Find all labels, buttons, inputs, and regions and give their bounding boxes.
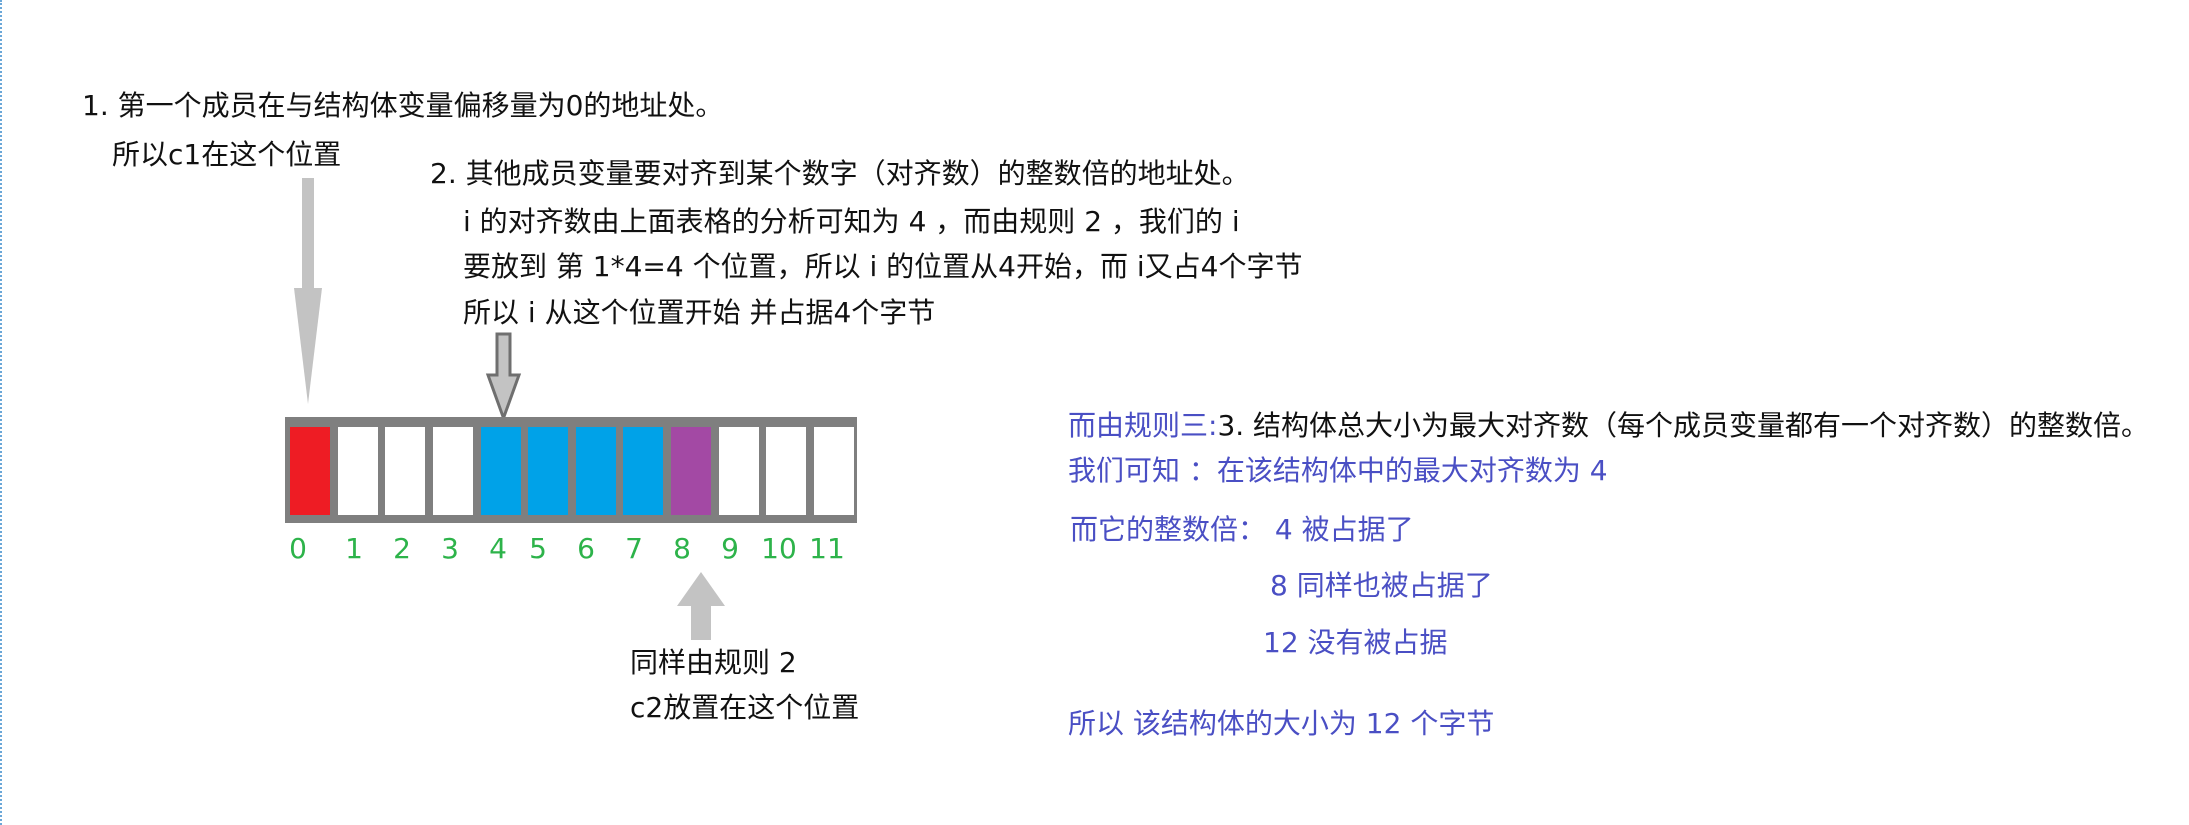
memory-index-2: 2 — [393, 532, 411, 565]
i-position-arrow — [485, 332, 522, 423]
memory-index-9: 9 — [721, 532, 739, 565]
rule3-text: 3. 结构体总大小为最大对齐数（每个成员变量都有一个对齐数）的整数倍。 — [1217, 409, 2150, 442]
memory-index-11: 11 — [809, 532, 845, 565]
memory-index-0: 0 — [289, 532, 307, 565]
c2-note-line1: 同样由规则 2 — [630, 646, 797, 679]
memory-cell-4 — [481, 427, 521, 515]
memory-index-7: 7 — [625, 532, 643, 565]
c1-position-arrow — [294, 178, 322, 404]
rule3-line: 而由规则三:3. 结构体总大小为最大对齐数（每个成员变量都有一个对齐数）的整数倍… — [1068, 412, 2149, 440]
rule3-multiples-4: 而它的整数倍： 4 被占据了 — [1070, 513, 1414, 546]
rule3-multiples-12: 12 没有被占据 — [1263, 626, 1448, 659]
rule3-multiples-8: 8 同样也被占据了 — [1270, 569, 1493, 602]
memory-cell-0 — [290, 427, 330, 515]
memory-cell-5 — [528, 427, 568, 515]
rule3-conclusion: 所以 该结构体的大小为 12 个字节 — [1068, 707, 1495, 740]
memory-index-5: 5 — [529, 532, 547, 565]
memory-index-10: 10 — [761, 532, 797, 565]
memory-cell-6 — [576, 427, 616, 515]
diagram-canvas: 1. 第一个成员在与结构体变量偏移量为0的地址处。 所以c1在这个位置 2. 其… — [0, 0, 2189, 825]
memory-cell-9 — [719, 427, 759, 515]
c2-note-line2: c2放置在这个位置 — [630, 691, 860, 724]
rule3-prefix: 而由规则三: — [1068, 409, 1218, 442]
memory-cell-7 — [623, 427, 663, 515]
memory-cell-11 — [814, 427, 854, 515]
memory-cell-8 — [671, 427, 711, 515]
memory-index-4: 4 — [489, 532, 507, 565]
c2-position-arrow — [677, 572, 725, 640]
memory-cell-1 — [338, 427, 378, 515]
memory-cell-10 — [766, 427, 806, 515]
memory-cell-2 — [385, 427, 425, 515]
memory-index-1: 1 — [345, 532, 363, 565]
memory-index-6: 6 — [577, 532, 595, 565]
memory-index-8: 8 — [673, 532, 691, 565]
memory-cell-3 — [433, 427, 473, 515]
memory-index-3: 3 — [441, 532, 459, 565]
rule3-max-alignment: 我们可知 ：在该结构体中的最大对齐数为 4 — [1068, 454, 1608, 487]
